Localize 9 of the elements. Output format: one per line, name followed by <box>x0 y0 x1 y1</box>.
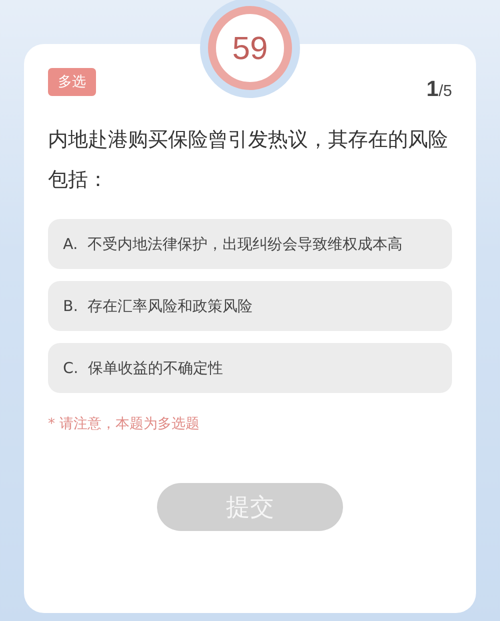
answer-option[interactable]: B. 存在汇率风险和政策风险 <box>48 281 452 331</box>
total-questions: /5 <box>438 83 452 101</box>
answer-option[interactable]: C. 保单收益的不确定性 <box>48 343 452 393</box>
question-type-badge: 多选 <box>48 68 96 96</box>
answer-option[interactable]: A. 不受内地法律保护，出现纠纷会导致维权成本高 <box>48 219 452 269</box>
timer-value: 59 <box>232 30 268 66</box>
current-question-number: 1 <box>426 76 439 102</box>
question-text: 内地赴港购买保险曾引发热议，其存在的风险包括： <box>48 126 449 193</box>
multi-select-note: * 请注意，本题为多选题 <box>48 415 200 433</box>
